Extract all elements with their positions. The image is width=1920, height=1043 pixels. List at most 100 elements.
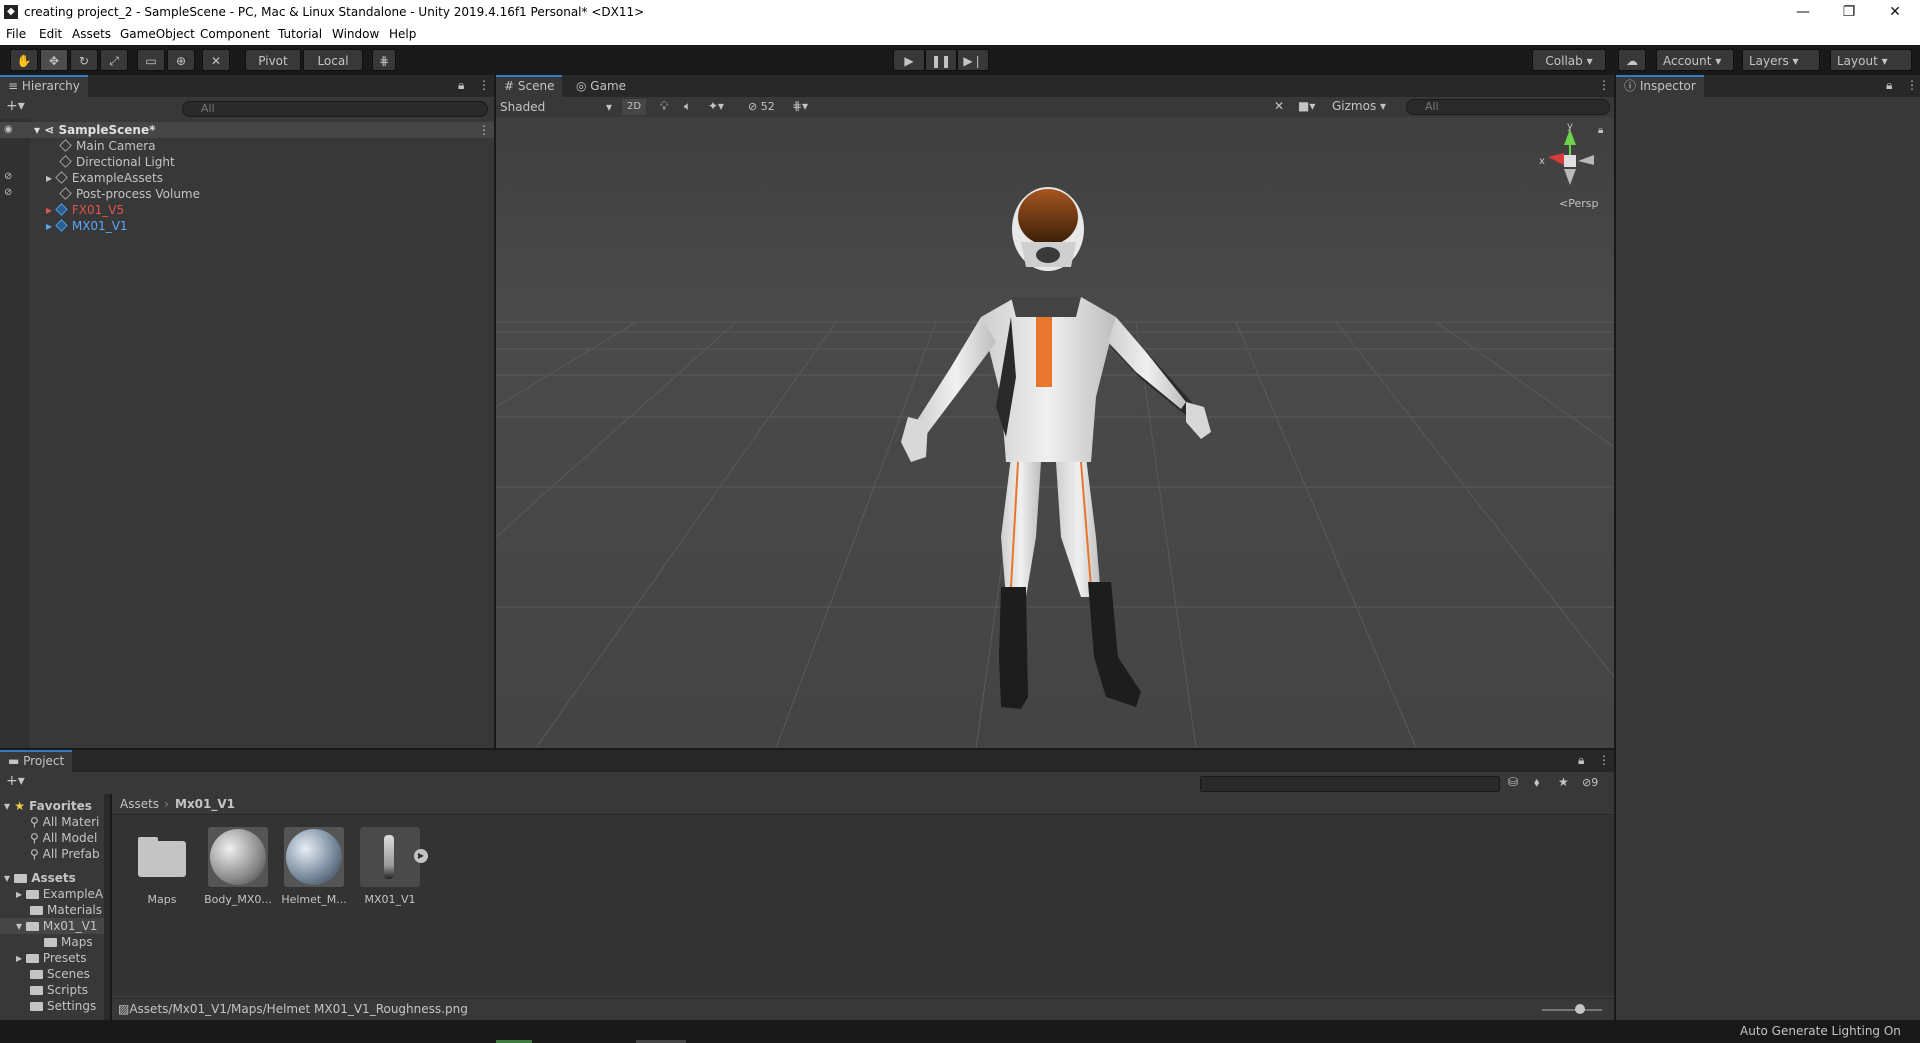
step-button[interactable]: ▶❘	[957, 49, 989, 71]
shading-mode-dropdown[interactable]: Shaded ▾	[500, 99, 612, 115]
favorite-star-icon[interactable]: ★	[1558, 775, 1569, 789]
scale-tool-icon[interactable]: ⤢	[100, 49, 128, 71]
hidden-eye-icon[interactable]: ⊘	[4, 187, 12, 198]
favorites-header[interactable]: ▾ ★ Favorites	[4, 798, 92, 814]
tree-item-selected[interactable]: ▾ Mx01_V1	[16, 918, 97, 934]
hand-tool-icon[interactable]: ✋	[10, 49, 38, 71]
breadcrumb-current[interactable]: Mx01_V1	[175, 797, 235, 811]
hierarchy-item-exampleassets[interactable]: ▸ ExampleAssets	[46, 170, 163, 186]
eye-icon[interactable]: ◉	[4, 124, 13, 135]
tab-hierarchy[interactable]: ≡ Hierarchy	[0, 75, 88, 97]
gizmos-dropdown[interactable]: Gizmos ▾	[1332, 99, 1386, 113]
project-lock-icon[interactable]: 🔒︎	[1578, 753, 1584, 768]
breadcrumb-assets[interactable]: Assets	[120, 797, 159, 811]
audio-toggle-icon[interactable]: 🔈︎	[684, 99, 691, 114]
scene-root[interactable]: ▾ ⋖ SampleScene*	[34, 122, 155, 138]
lock-icon[interactable]: 🔒︎	[458, 78, 464, 93]
layout-dropdown[interactable]: Layout ▾	[1830, 49, 1912, 71]
2d-toggle[interactable]: 2D	[622, 99, 646, 115]
tree-item[interactable]: Settings	[30, 998, 96, 1014]
zoom-slider-thumb[interactable]	[1575, 1004, 1585, 1014]
move-tool-icon[interactable]: ✥	[40, 49, 68, 71]
local-toggle[interactable]: Local	[303, 49, 363, 71]
gizmo-lock-icon[interactable]: 🔒︎	[1598, 125, 1603, 136]
camera-dropdown-icon[interactable]: ■▾	[1298, 99, 1315, 113]
menu-tutorial[interactable]: Tutorial	[278, 27, 322, 41]
gameobject-icon	[59, 187, 72, 200]
scene-search-input[interactable]: All	[1406, 99, 1610, 115]
hierarchy-item-mx01-v1[interactable]: ▸ MX01_V1	[46, 218, 128, 234]
hierarchy-item-directional-light[interactable]: Directional Light	[59, 154, 175, 170]
transform-tool-icon[interactable]: ⊕	[167, 49, 195, 71]
search-by-label-icon[interactable]: ⬧	[1534, 775, 1539, 790]
menu-edit[interactable]: Edit	[39, 27, 62, 41]
restore-button[interactable]: ❐	[1826, 0, 1872, 26]
tab-scene[interactable]: # Scene	[496, 75, 563, 97]
collab-dropdown[interactable]: Collab ▾	[1532, 49, 1606, 71]
assets-header[interactable]: ▾ Assets	[4, 870, 76, 886]
tree-item[interactable]: ▸ ExampleA	[16, 886, 103, 902]
persp-label[interactable]: <Persp	[1559, 197, 1598, 210]
layers-dropdown[interactable]: Layers ▾	[1742, 49, 1820, 71]
rotate-tool-icon[interactable]: ↻	[70, 49, 98, 71]
tree-item[interactable]: Materials	[30, 902, 102, 918]
custom-tool-icon[interactable]: ✕	[202, 49, 230, 71]
lighting-toggle-icon[interactable]: 💡︎	[660, 99, 668, 114]
asset-body-material[interactable]	[208, 827, 268, 887]
hidden-eye-icon[interactable]: ⊘	[4, 171, 12, 182]
tree-item[interactable]: Scenes	[30, 966, 90, 982]
asset-maps[interactable]	[132, 827, 192, 887]
minimize-button[interactable]: —	[1780, 0, 1826, 26]
scene-viewport[interactable]: y x 🔒︎ <Persp	[496, 117, 1614, 748]
pivot-toggle[interactable]: Pivot	[245, 49, 301, 71]
hidden-objects-count[interactable]: ⊘ 52	[748, 100, 775, 113]
close-button[interactable]: ✕	[1872, 0, 1918, 26]
tree-item[interactable]: ▸ Presets	[16, 950, 87, 966]
rect-tool-icon[interactable]: ▭	[137, 49, 165, 71]
panel-menu-icon[interactable]: ⋮	[478, 78, 490, 92]
play-button[interactable]: ▶	[893, 49, 925, 71]
menu-file[interactable]: File	[6, 27, 26, 41]
hierarchy-item-fx01-v5[interactable]: ▸ FX01_V5	[46, 202, 124, 218]
zoom-slider-track[interactable]	[1542, 1009, 1602, 1011]
tools-icon[interactable]: ✕	[1274, 99, 1284, 113]
game-tab-label: Game	[590, 79, 627, 93]
pause-button[interactable]: ❚❚	[925, 49, 957, 71]
tree-item[interactable]: Scripts	[30, 982, 88, 998]
asset-mx01-prefab[interactable]	[360, 827, 420, 887]
hierarchy-item-main-camera[interactable]: Main Camera	[59, 138, 156, 154]
favorite-item[interactable]: ⚲ All Model	[30, 830, 97, 846]
tab-game[interactable]: ◎ Game	[568, 75, 634, 97]
search-by-type-icon[interactable]: ⛁	[1508, 775, 1518, 789]
expand-prefab-icon[interactable]: ▶	[414, 849, 428, 863]
hierarchy-item-post-process-volume[interactable]: Post-process Volume	[59, 186, 200, 202]
scene-panel-menu-icon[interactable]: ⋮	[1598, 78, 1610, 92]
menu-help[interactable]: Help	[389, 27, 416, 41]
inspector-menu-icon[interactable]: ⋮	[1906, 78, 1918, 92]
menu-window[interactable]: Window	[332, 27, 379, 41]
favorite-item[interactable]: ⚲ All Prefab	[30, 846, 100, 862]
effects-dropdown-icon[interactable]: ✦▾	[708, 99, 724, 113]
hidden-packages-count[interactable]: ⊘9	[1582, 776, 1598, 789]
tab-project[interactable]: ▬ Project	[0, 750, 73, 772]
project-search-input[interactable]	[1200, 776, 1500, 792]
menu-gameobject[interactable]: GameObject	[120, 27, 195, 41]
scene-menu-icon[interactable]: ⋮	[478, 123, 490, 137]
favorite-item[interactable]: ⚲ All Materi	[30, 814, 99, 830]
inspector-lock-icon[interactable]: 🔒︎	[1886, 78, 1892, 93]
create-plus-icon[interactable]: +▾	[6, 98, 25, 114]
project-menu-icon[interactable]: ⋮	[1598, 753, 1610, 767]
asset-helmet-material[interactable]	[284, 827, 344, 887]
menu-component[interactable]: Component	[200, 27, 270, 41]
lighting-status[interactable]: Auto Generate Lighting On	[1740, 1024, 1901, 1038]
grid-toggle-icon[interactable]: ⋕▾	[792, 99, 808, 113]
tree-item[interactable]: Maps	[44, 934, 93, 950]
hierarchy-search-input[interactable]: All	[182, 101, 488, 117]
cloud-icon[interactable]: ☁	[1618, 49, 1646, 71]
tab-inspector[interactable]: ⓘ Inspector	[1616, 75, 1704, 97]
menu-assets[interactable]: Assets	[72, 27, 111, 41]
tree-label: Presets	[42, 951, 87, 965]
account-dropdown[interactable]: Account ▾	[1656, 49, 1734, 71]
grid-snap-icon[interactable]: ⋕	[372, 49, 396, 71]
project-create-plus-icon[interactable]: +▾	[6, 773, 25, 789]
